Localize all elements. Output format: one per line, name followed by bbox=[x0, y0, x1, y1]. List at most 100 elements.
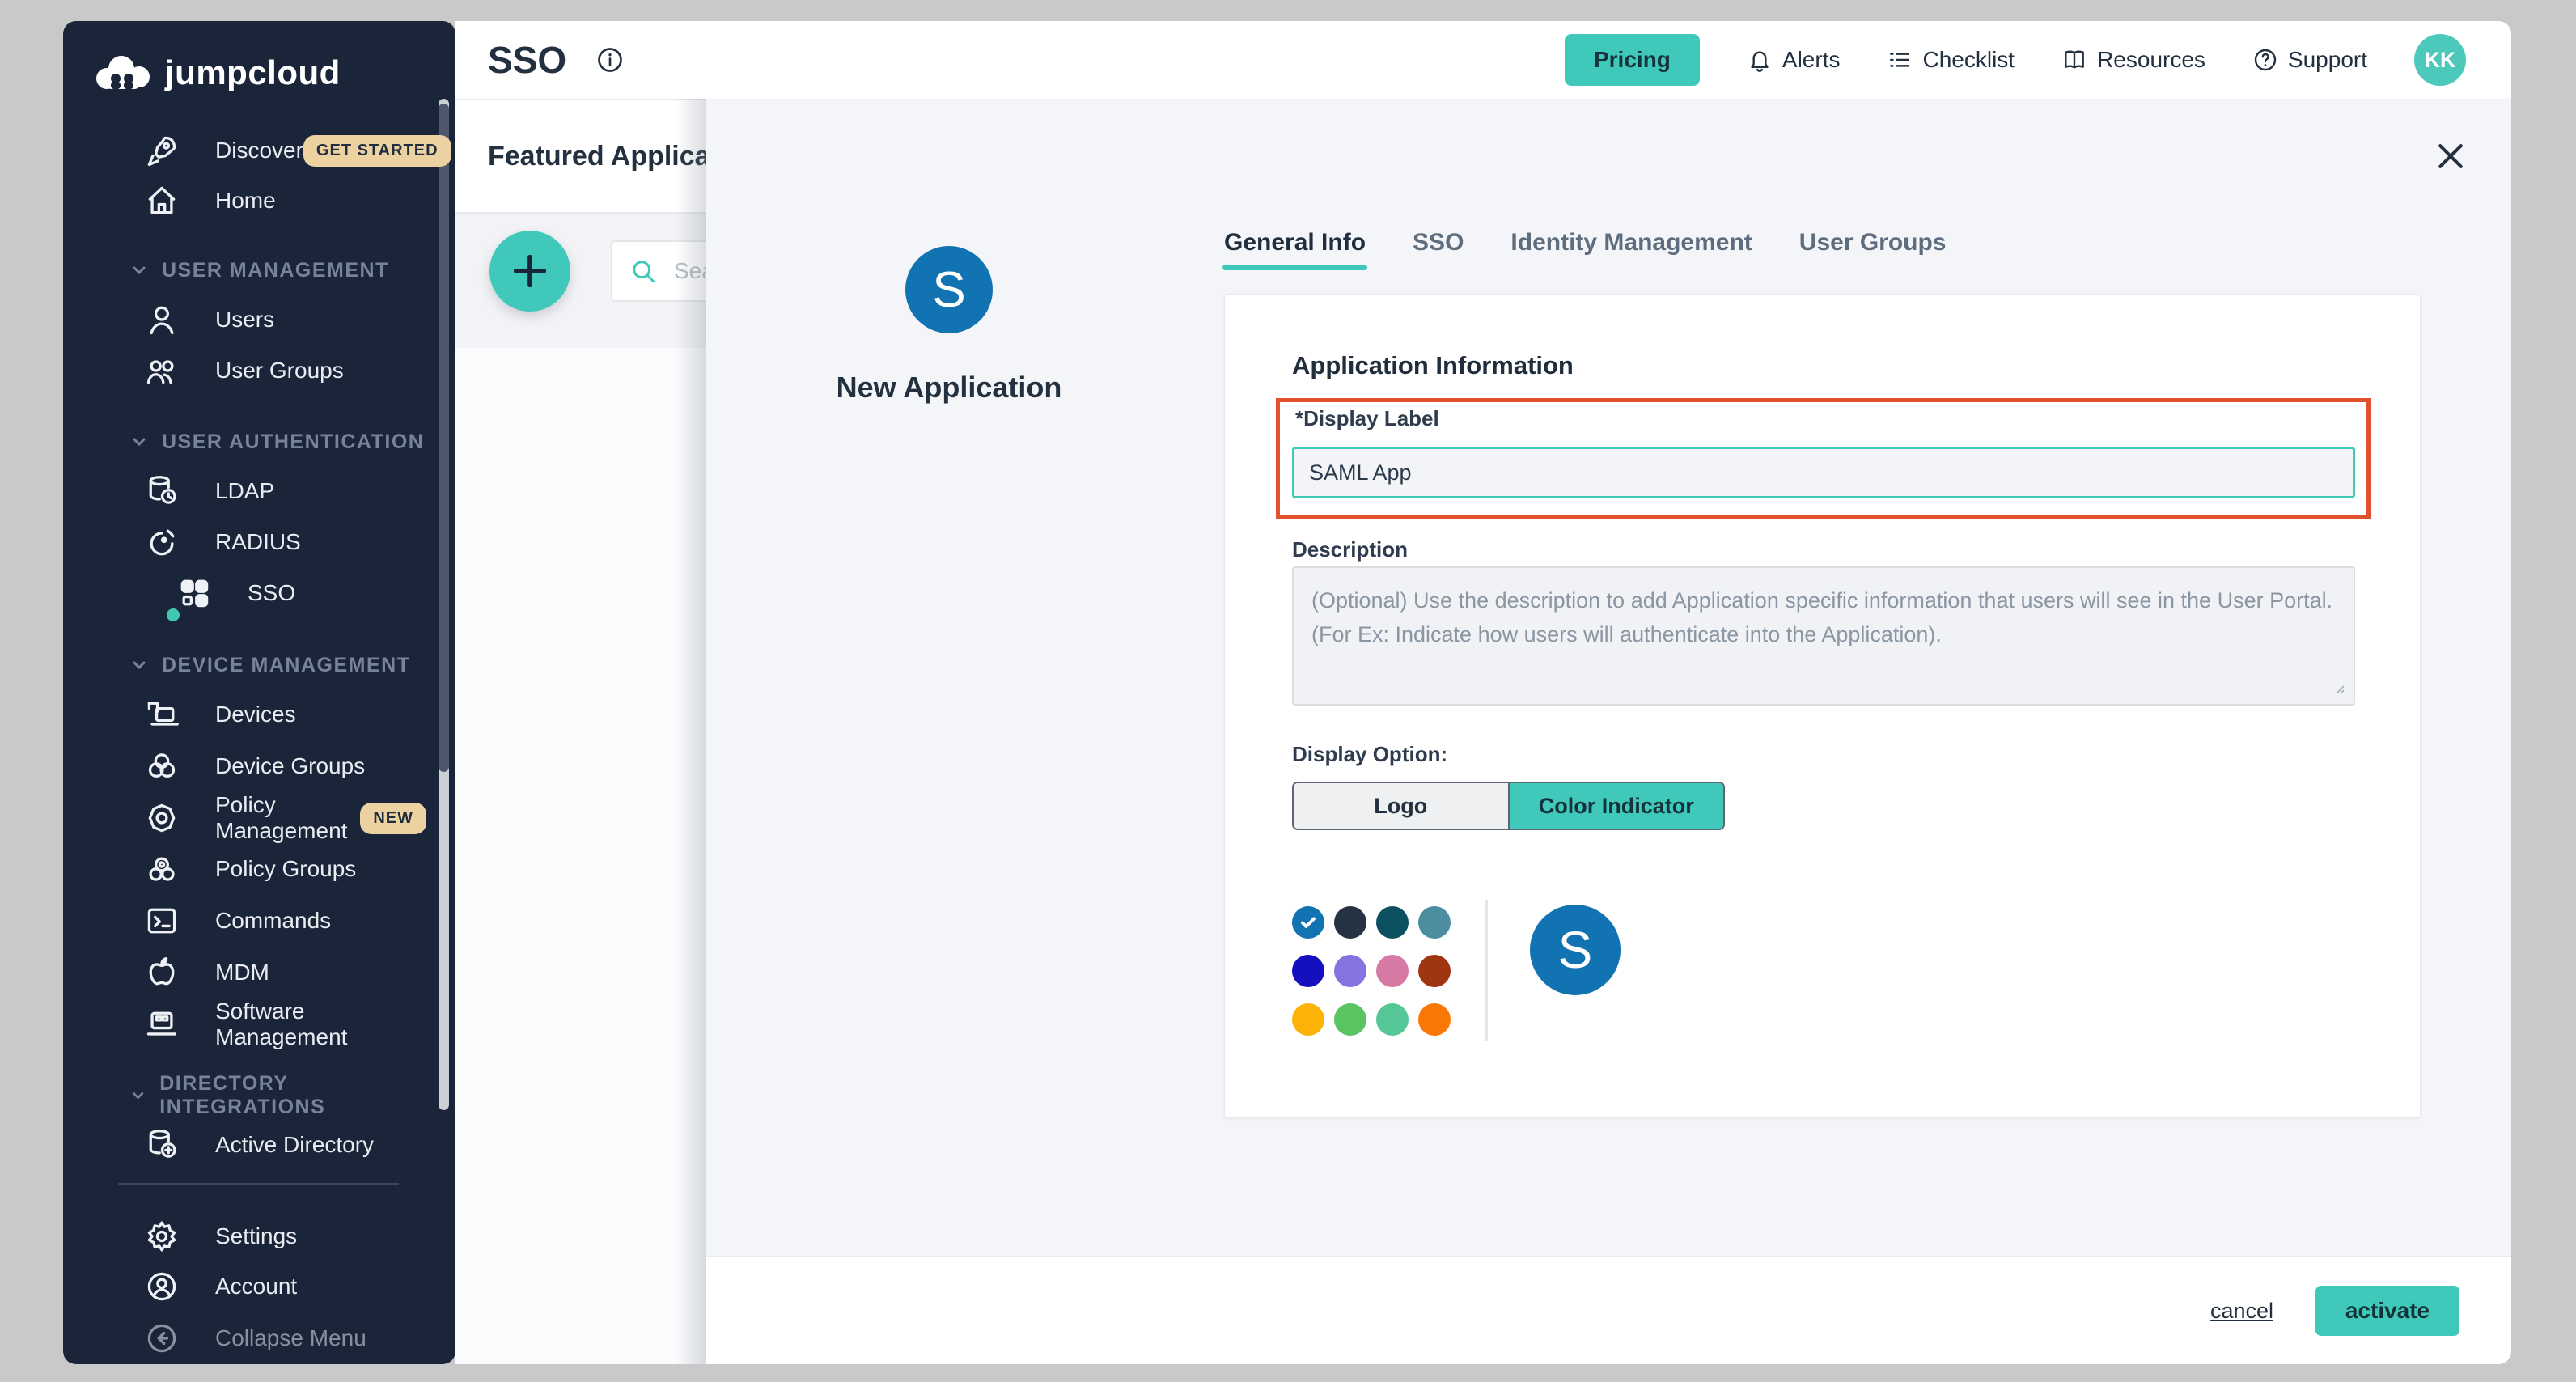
sidebar-item-collapse-menu[interactable]: Collapse Menu bbox=[144, 1313, 426, 1363]
radius-signal-icon bbox=[144, 524, 180, 560]
sidebar-item-commands[interactable]: Commands bbox=[144, 896, 426, 946]
sidebar-scrollbar[interactable] bbox=[439, 99, 449, 1110]
sidebar-item-radius[interactable]: RADIUS bbox=[144, 517, 426, 567]
sidebar-item-devices[interactable]: Devices bbox=[144, 689, 426, 740]
terminal-icon bbox=[144, 903, 180, 939]
sidebar-scrollbar-thumb[interactable] bbox=[439, 104, 449, 772]
logo-wordmark: jumpcloud bbox=[165, 53, 341, 92]
sidebar-item-label: Active Directory bbox=[215, 1132, 374, 1158]
sidebar-item-label: User Groups bbox=[215, 358, 344, 384]
new-application-modal: S New Application General Info SSO Ident… bbox=[706, 99, 2511, 1364]
question-icon bbox=[2252, 47, 2278, 73]
color-swatch-selected[interactable] bbox=[1292, 906, 1324, 939]
sidebar-item-active-directory[interactable]: Active Directory bbox=[144, 1120, 426, 1170]
user-avatar[interactable]: KK bbox=[2414, 34, 2466, 86]
sidebar-section-user-management[interactable]: USER MANAGEMENT bbox=[129, 256, 426, 285]
checklist-button[interactable]: Checklist bbox=[1887, 47, 2015, 73]
cancel-button[interactable]: cancel bbox=[2205, 1298, 2278, 1325]
sidebar-item-ldap[interactable]: LDAP bbox=[144, 466, 426, 516]
home-icon bbox=[144, 183, 180, 218]
pricing-button[interactable]: Pricing bbox=[1565, 34, 1700, 86]
tab-user-groups[interactable]: User Groups bbox=[1799, 220, 1947, 265]
topbar-actions: Pricing Alerts Checklist Resources Suppo… bbox=[1565, 34, 2511, 86]
activate-button[interactable]: activate bbox=[2315, 1286, 2459, 1336]
color-swatch[interactable] bbox=[1334, 1003, 1366, 1036]
jumpcloud-logo[interactable]: jumpcloud bbox=[94, 53, 341, 92]
sidebar-section-directory-integrations[interactable]: DIRECTORY INTEGRATIONS bbox=[129, 1081, 426, 1110]
search-icon bbox=[629, 256, 658, 286]
sidebar-item-label: Commands bbox=[215, 908, 331, 934]
description-label: Description bbox=[1292, 537, 1408, 562]
color-swatch[interactable] bbox=[1292, 1003, 1324, 1036]
color-swatch[interactable] bbox=[1334, 906, 1366, 939]
sidebar-item-user-groups[interactable]: User Groups bbox=[144, 346, 426, 396]
sidebar-item-label: MDM bbox=[215, 960, 269, 986]
sidebar-item-software-management[interactable]: Software Management bbox=[144, 999, 426, 1049]
sidebar-section-user-authentication[interactable]: USER AUTHENTICATION bbox=[129, 427, 426, 456]
application-information-card: Application Information *Display Label D… bbox=[1224, 294, 2421, 1118]
resources-button[interactable]: Resources bbox=[2061, 47, 2205, 73]
chevron-down-icon bbox=[129, 432, 149, 451]
color-swatch[interactable] bbox=[1376, 1003, 1409, 1036]
sidebar-item-home[interactable]: Home bbox=[144, 176, 426, 226]
sidebar-item-settings[interactable]: Settings bbox=[144, 1211, 426, 1261]
sidebar-item-label: Policy Groups bbox=[215, 856, 356, 882]
sidebar-item-device-groups[interactable]: Device Groups bbox=[144, 741, 426, 791]
new-badge: NEW bbox=[360, 803, 426, 834]
tab-identity-management[interactable]: Identity Management bbox=[1510, 220, 1752, 265]
info-icon[interactable] bbox=[595, 45, 625, 74]
color-swatch[interactable] bbox=[1334, 955, 1366, 987]
logo-option[interactable]: Logo bbox=[1294, 783, 1508, 829]
display-label-input[interactable] bbox=[1292, 447, 2355, 498]
tab-general-info[interactable]: General Info bbox=[1224, 220, 1366, 265]
active-directory-icon bbox=[144, 1127, 180, 1163]
add-application-button[interactable] bbox=[489, 231, 570, 312]
account-icon bbox=[144, 1269, 180, 1304]
apple-icon bbox=[144, 955, 180, 990]
color-indicator-option[interactable]: Color Indicator bbox=[1508, 783, 1724, 829]
color-swatch[interactable] bbox=[1376, 906, 1409, 939]
modal-footer: cancel activate bbox=[706, 1256, 2511, 1364]
color-swatch[interactable] bbox=[1376, 955, 1409, 987]
topbar: SSO Pricing Alerts Checklist Resources bbox=[455, 21, 2511, 100]
card-heading: Application Information bbox=[1292, 351, 1574, 380]
sidebar-divider bbox=[118, 1183, 399, 1185]
support-button[interactable]: Support bbox=[2252, 47, 2367, 73]
collapse-arrow-icon bbox=[144, 1321, 180, 1356]
sidebar-item-policy-management[interactable]: Policy Management NEW bbox=[144, 793, 426, 843]
close-icon[interactable] bbox=[2423, 129, 2478, 184]
sidebar-item-account[interactable]: Account bbox=[144, 1261, 426, 1312]
venn-icon bbox=[144, 748, 180, 784]
book-icon bbox=[2061, 47, 2087, 73]
sso-grid-icon bbox=[176, 575, 212, 611]
sidebar-item-label: RADIUS bbox=[215, 529, 301, 555]
cloud-logo-icon bbox=[94, 54, 154, 91]
rocket-icon bbox=[144, 133, 180, 168]
check-icon bbox=[1299, 913, 1318, 932]
chevron-down-icon bbox=[129, 1086, 146, 1105]
color-swatch[interactable] bbox=[1292, 955, 1324, 987]
color-swatch[interactable] bbox=[1418, 955, 1451, 987]
color-swatch[interactable] bbox=[1418, 906, 1451, 939]
color-swatch[interactable] bbox=[1418, 1003, 1451, 1036]
main-surface: SSO Pricing Alerts Checklist Resources bbox=[455, 21, 2511, 1364]
sidebar-item-label: Users bbox=[215, 307, 274, 333]
sidebar: jumpcloud Discover GET STARTED Home USER… bbox=[63, 21, 455, 1364]
tab-sso[interactable]: SSO bbox=[1413, 220, 1464, 265]
gear-icon bbox=[144, 1219, 180, 1254]
display-label-label: *Display Label bbox=[1295, 406, 1439, 431]
sidebar-section-device-management[interactable]: DEVICE MANAGEMENT bbox=[129, 651, 426, 680]
sidebar-item-sso[interactable]: SSO bbox=[144, 568, 426, 618]
policy-icon bbox=[144, 800, 180, 836]
application-name: New Application bbox=[755, 371, 1143, 405]
sidebar-item-policy-groups[interactable]: Policy Groups bbox=[144, 844, 426, 894]
modal-tabs: General Info SSO Identity Management Use… bbox=[1224, 220, 1947, 265]
sidebar-item-label: Discover bbox=[215, 138, 303, 163]
alerts-button[interactable]: Alerts bbox=[1747, 47, 1841, 73]
sidebar-item-mdm[interactable]: MDM bbox=[144, 947, 426, 998]
description-textarea[interactable] bbox=[1292, 566, 2355, 706]
screenshot-stage: jumpcloud Discover GET STARTED Home USER… bbox=[0, 0, 2576, 1382]
sidebar-item-discover[interactable]: Discover GET STARTED bbox=[144, 125, 426, 176]
sidebar-item-users[interactable]: Users bbox=[144, 295, 426, 345]
policy-groups-icon bbox=[144, 851, 180, 887]
